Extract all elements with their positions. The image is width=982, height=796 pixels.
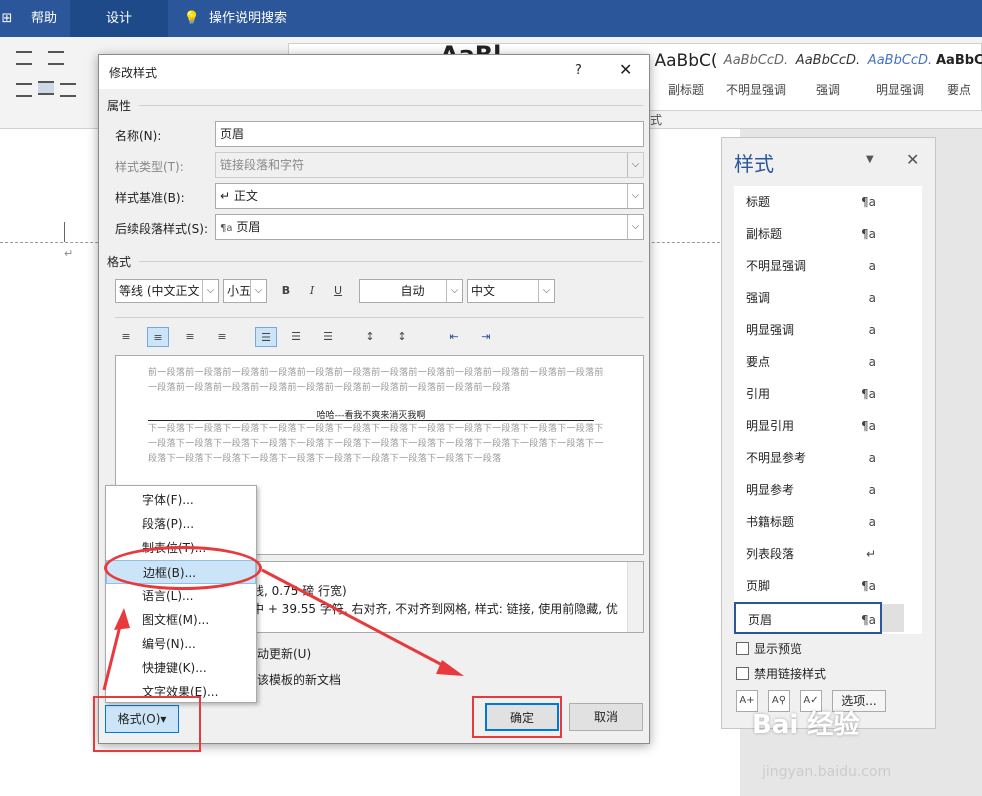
annotation-arrows	[102, 568, 464, 691]
watermark-url: jingyan.baidu.com	[762, 764, 892, 780]
watermark: Bai 经验	[752, 710, 860, 740]
